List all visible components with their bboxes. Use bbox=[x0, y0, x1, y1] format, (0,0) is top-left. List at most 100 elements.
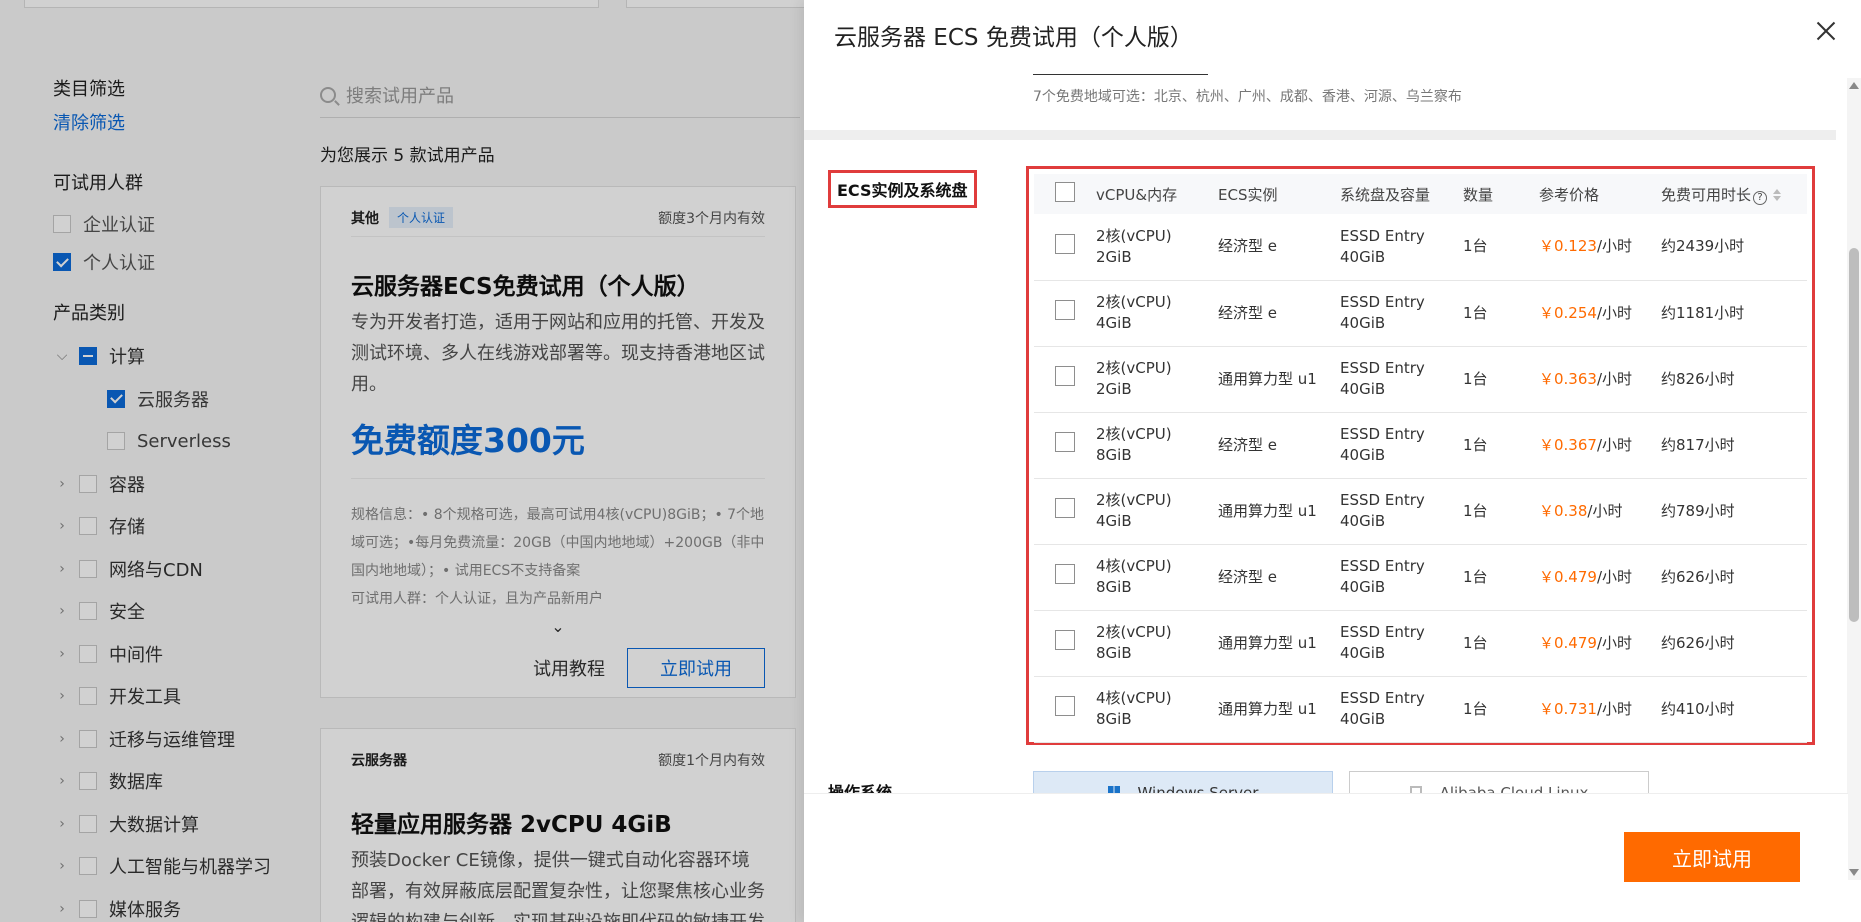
row-checkbox[interactable] bbox=[1055, 366, 1075, 386]
disk-size: 40GiB bbox=[1340, 380, 1386, 398]
duration-cell: 约2439小时 bbox=[1661, 237, 1745, 256]
disk-size: 40GiB bbox=[1340, 644, 1386, 662]
table-row[interactable]: 2核(vCPU) 2GiB 经济型 e ESSD Entry 40GiB 1台 ￥0.123… bbox=[1034, 214, 1807, 280]
row-checkbox[interactable] bbox=[1055, 696, 1075, 716]
price-cell: ￥0.123/小时 bbox=[1539, 214, 1661, 280]
os-label: 操作系统 bbox=[828, 783, 893, 793]
header-qty: 数量 bbox=[1463, 185, 1494, 204]
row-checkbox[interactable] bbox=[1055, 564, 1075, 584]
qty-cell: 1台 bbox=[1463, 369, 1488, 388]
mem-text: 8GiB bbox=[1096, 644, 1132, 662]
cpu-mem-cell: 2核(vCPU) 8GiB bbox=[1096, 610, 1218, 676]
cpu-mem-cell: 2核(vCPU) 2GiB bbox=[1096, 214, 1218, 280]
header-duration: 免费可用时长? bbox=[1661, 174, 1807, 214]
table-row[interactable]: 2核(vCPU) 8GiB 经济型 e ESSD Entry 40GiB 1台 ￥0.367… bbox=[1034, 412, 1807, 478]
section-separator bbox=[804, 130, 1836, 140]
price-unit: /小时 bbox=[1596, 303, 1633, 322]
price-cell: ￥0.479/小时 bbox=[1539, 544, 1661, 610]
header-instance: ECS实例 bbox=[1218, 185, 1278, 204]
mem-text: 2GiB bbox=[1096, 380, 1132, 398]
mem-text: 4GiB bbox=[1096, 314, 1132, 332]
alibaba-linux-icon bbox=[1409, 786, 1422, 793]
drawer-title: 云服务器 ECS 免费试用（个人版） bbox=[834, 25, 1193, 51]
windows-icon bbox=[1107, 786, 1120, 793]
scroll-down-icon[interactable] bbox=[1849, 869, 1859, 876]
price-cell: ￥0.38/小时 bbox=[1539, 478, 1661, 544]
price-unit: /小时 bbox=[1596, 633, 1633, 652]
disk-text: ESSD Entry bbox=[1340, 226, 1425, 245]
duration-cell: 约789小时 bbox=[1661, 501, 1735, 520]
duration-cell: 约826小时 bbox=[1661, 369, 1735, 388]
instance-cell: 经济型 e bbox=[1218, 435, 1277, 454]
cpu-text: 4核(vCPU) bbox=[1096, 557, 1172, 575]
price-cell: ￥0.363/小时 bbox=[1539, 346, 1661, 412]
price-unit: /小时 bbox=[1596, 567, 1633, 586]
price-cell: ￥0.254/小时 bbox=[1539, 280, 1661, 346]
price-unit: /小时 bbox=[1596, 237, 1633, 256]
table-row[interactable]: 2核(vCPU) 4GiB 通用算力型 u1 ESSD Entry 40GiB 1台 ￥0.… bbox=[1034, 478, 1807, 544]
region-info: 7个免费地域可选：北京、杭州、广州、成都、香港、河源、乌兰察布 bbox=[1033, 89, 1462, 105]
row-checkbox[interactable] bbox=[1055, 498, 1075, 518]
scroll-up-icon[interactable] bbox=[1849, 82, 1859, 89]
table-row[interactable]: 2核(vCPU) 4GiB 经济型 e ESSD Entry 40GiB 1台 ￥0.254… bbox=[1034, 280, 1807, 346]
qty-cell: 1台 bbox=[1463, 633, 1488, 652]
ecs-section-label: ECS实例及系统盘 bbox=[828, 170, 977, 208]
price-value: ￥0.254 bbox=[1539, 303, 1597, 322]
modal-overlay[interactable] bbox=[0, 0, 804, 922]
cpu-mem-cell: 4核(vCPU) 8GiB bbox=[1096, 544, 1218, 610]
disk-cell: ESSD Entry 40GiB bbox=[1340, 478, 1463, 544]
cpu-text: 2核(vCPU) bbox=[1096, 359, 1172, 377]
duration-cell: 约626小时 bbox=[1661, 633, 1735, 652]
price-cell: ￥0.367/小时 bbox=[1539, 412, 1661, 478]
price-cell: ￥0.731/小时 bbox=[1539, 676, 1661, 742]
price-value: ￥0.479 bbox=[1539, 633, 1597, 652]
select-all-checkbox[interactable] bbox=[1055, 182, 1075, 202]
table-header: vCPU&内存 ECS实例 系统盘及容量 数量 参考价格 免费可用时长? bbox=[1034, 174, 1807, 214]
duration-cell: 约410小时 bbox=[1661, 699, 1735, 718]
price-unit: /小时 bbox=[1587, 501, 1623, 520]
row-checkbox[interactable] bbox=[1055, 630, 1075, 650]
row-checkbox[interactable] bbox=[1055, 233, 1075, 254]
os-option-label: Alibaba Cloud Linux bbox=[1439, 784, 1589, 793]
table-row[interactable]: 4核(vCPU) 8GiB 经济型 e ESSD Entry 40GiB 1台 ￥0.479… bbox=[1034, 544, 1807, 610]
os-option-alinux[interactable]: Alibaba Cloud Linux bbox=[1349, 771, 1649, 793]
table-row[interactable]: 2核(vCPU) 2GiB 通用算力型 u1 ESSD Entry 40GiB 1台 ￥0.… bbox=[1034, 346, 1807, 412]
table-row[interactable]: 2核(vCPU) 8GiB 通用算力型 u1 ESSD Entry 40GiB 1台 ￥0.… bbox=[1034, 610, 1807, 676]
disk-cell: ESSD Entry 40GiB bbox=[1340, 544, 1463, 610]
scrollbar-thumb[interactable] bbox=[1849, 248, 1859, 622]
close-icon[interactable] bbox=[1811, 16, 1841, 46]
disk-cell: ESSD Entry 40GiB bbox=[1340, 676, 1463, 742]
price-cell: ￥0.479/小时 bbox=[1539, 610, 1661, 676]
header-duration-label: 免费可用时长 bbox=[1661, 185, 1752, 204]
header-disk: 系统盘及容量 bbox=[1340, 185, 1431, 204]
disk-size: 40GiB bbox=[1340, 710, 1386, 728]
row-checkbox[interactable] bbox=[1055, 432, 1075, 452]
instance-cell: 通用算力型 u1 bbox=[1218, 633, 1317, 652]
header-price: 参考价格 bbox=[1539, 185, 1600, 204]
table-row[interactable]: 4核(vCPU) 8GiB 通用算力型 u1 ESSD Entry 40GiB 1台 ￥0.… bbox=[1034, 676, 1807, 742]
price-value: ￥0.479 bbox=[1539, 567, 1597, 586]
instance-cell: 通用算力型 u1 bbox=[1218, 699, 1317, 718]
qty-cell: 1台 bbox=[1463, 699, 1488, 718]
price-value: ￥0.731 bbox=[1539, 699, 1597, 718]
submit-try-button[interactable]: 立即试用 bbox=[1624, 832, 1800, 882]
disk-text: ESSD Entry bbox=[1340, 293, 1425, 311]
instance-cell: 经济型 e bbox=[1218, 303, 1277, 322]
os-option-windows[interactable]: Windows Server bbox=[1033, 771, 1333, 793]
price-unit: /小时 bbox=[1596, 369, 1633, 388]
price-value: ￥0.38 bbox=[1539, 501, 1588, 520]
trial-drawer: 云服务器 ECS 免费试用（个人版） 7个免费地域可选：北京、杭州、广州、成都、… bbox=[804, 0, 1861, 922]
disk-cell: ESSD Entry 40GiB bbox=[1340, 280, 1463, 346]
help-icon[interactable]: ? bbox=[1753, 190, 1768, 205]
disk-cell: ESSD Entry 40GiB bbox=[1340, 346, 1463, 412]
qty-cell: 1台 bbox=[1463, 237, 1488, 256]
scrollbar[interactable] bbox=[1847, 78, 1861, 880]
duration-cell: 约1181小时 bbox=[1661, 303, 1745, 322]
price-value: ￥0.367 bbox=[1539, 435, 1597, 454]
sort-icon[interactable] bbox=[1773, 189, 1782, 201]
instance-cell: 通用算力型 u1 bbox=[1218, 501, 1317, 520]
drawer-footer: 立即试用 bbox=[804, 793, 1848, 922]
cpu-mem-cell: 2核(vCPU) 4GiB bbox=[1096, 478, 1218, 544]
row-checkbox[interactable] bbox=[1055, 300, 1075, 320]
instance-cell: 经济型 e bbox=[1218, 237, 1277, 256]
